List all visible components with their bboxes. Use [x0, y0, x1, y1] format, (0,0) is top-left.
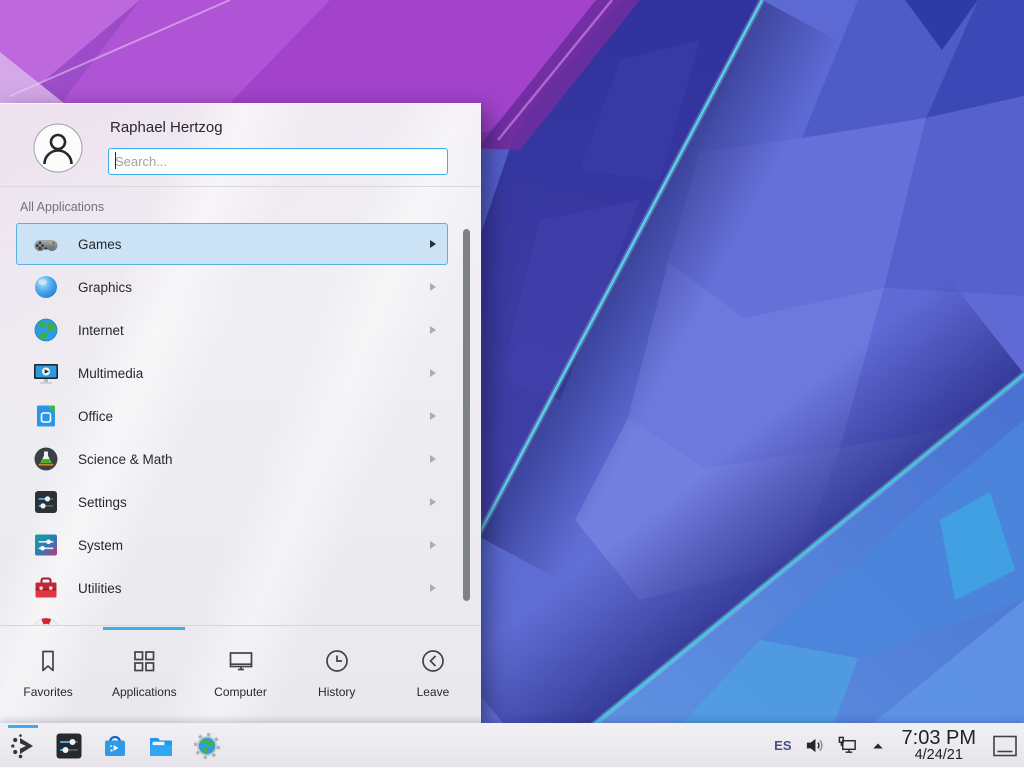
- computer-icon: [226, 646, 256, 676]
- tab-applications[interactable]: Applications: [96, 626, 192, 724]
- user-avatar-icon[interactable]: [33, 123, 83, 173]
- submenu-arrow-icon: [430, 455, 436, 463]
- expand-tray-icon[interactable]: [870, 738, 886, 754]
- desktop: Raphael Hertzog All Applications Games Gr…: [0, 0, 1024, 768]
- tab-label: Applications: [112, 685, 177, 699]
- category-item-system[interactable]: System: [16, 524, 448, 566]
- text-caret: [115, 152, 116, 169]
- submenu-arrow-icon: [430, 240, 436, 248]
- search-input[interactable]: [108, 148, 448, 175]
- show-desktop-button[interactable]: [992, 733, 1018, 759]
- category-label: Science & Math: [78, 452, 173, 467]
- settings-icon: [32, 488, 60, 516]
- category-label: Utilities: [78, 581, 122, 596]
- web-browser-button[interactable]: [192, 731, 222, 761]
- leave-icon: [418, 646, 448, 676]
- category-item-science-math[interactable]: Science & Math: [16, 438, 448, 480]
- file-manager-button[interactable]: [146, 731, 176, 761]
- taskbar: ES 7:03 PM 4/24/21: [0, 723, 1024, 768]
- category-list: Games Graphics Internet Multimedia Office Sci…: [0, 223, 481, 625]
- clock[interactable]: 7:03 PM 4/24/21: [902, 728, 976, 763]
- category-label: Office: [78, 409, 113, 424]
- launcher-tabbar: Favorites Applications Computer History Leav…: [0, 625, 481, 724]
- tab-label: Favorites: [23, 685, 72, 699]
- utilities-icon: [32, 574, 60, 602]
- taskbar-launchers: [0, 731, 222, 761]
- system-settings-button[interactable]: [54, 731, 84, 761]
- user-name: Raphael Hertzog: [110, 119, 223, 136]
- category-item-graphics[interactable]: Graphics: [16, 266, 448, 308]
- tab-label: History: [318, 685, 355, 699]
- tab-leave[interactable]: Leave: [385, 626, 481, 724]
- tab-label: Leave: [417, 685, 450, 699]
- help-icon: [32, 617, 60, 625]
- history-icon: [322, 646, 352, 676]
- games-icon: [32, 230, 60, 258]
- category-item-multimedia[interactable]: Multimedia: [16, 352, 448, 394]
- category-label: Settings: [78, 495, 127, 510]
- submenu-arrow-icon: [430, 541, 436, 549]
- category-item-utilities[interactable]: Utilities: [16, 567, 448, 609]
- application-launcher-button[interactable]: [8, 731, 38, 761]
- category-item-games[interactable]: Games: [16, 223, 448, 265]
- section-label: All Applications: [20, 200, 104, 214]
- tab-history[interactable]: History: [289, 626, 385, 724]
- category-label: System: [78, 538, 123, 553]
- office-icon: [32, 402, 60, 430]
- application-launcher-menu: Raphael Hertzog All Applications Games Gr…: [0, 103, 481, 724]
- header-separator: [0, 186, 481, 187]
- submenu-arrow-icon: [430, 584, 436, 592]
- category-item-office[interactable]: Office: [16, 395, 448, 437]
- internet-icon: [32, 316, 60, 344]
- submenu-arrow-icon: [430, 326, 436, 334]
- multimedia-icon: [32, 359, 60, 387]
- tab-label: Computer: [214, 685, 267, 699]
- keyboard-layout-indicator[interactable]: ES: [774, 738, 791, 753]
- submenu-arrow-icon: [430, 283, 436, 291]
- submenu-arrow-icon: [430, 369, 436, 377]
- volume-icon[interactable]: [804, 735, 825, 756]
- system-tray: ES 7:03 PM 4/24/21: [774, 723, 1018, 768]
- discover-button[interactable]: [100, 731, 130, 761]
- clock-time: 7:03 PM: [902, 728, 976, 748]
- tab-computer[interactable]: Computer: [192, 626, 288, 724]
- category-item-settings[interactable]: Settings: [16, 481, 448, 523]
- system-icon: [32, 531, 60, 559]
- graphics-icon: [32, 273, 60, 301]
- category-label: Multimedia: [78, 366, 143, 381]
- category-label: Games: [78, 237, 122, 252]
- submenu-arrow-icon: [430, 498, 436, 506]
- category-item-internet[interactable]: Internet: [16, 309, 448, 351]
- science-icon: [32, 445, 60, 473]
- clock-date: 4/24/21: [902, 748, 976, 763]
- category-item-help[interactable]: Help: [16, 610, 448, 625]
- applications-icon: [129, 646, 159, 676]
- submenu-arrow-icon: [430, 412, 436, 420]
- favorites-icon: [33, 646, 63, 676]
- scrollbar-thumb[interactable]: [463, 229, 470, 601]
- category-label: Graphics: [78, 280, 132, 295]
- category-label: Internet: [78, 323, 124, 338]
- network-icon[interactable]: [837, 735, 858, 756]
- tab-favorites[interactable]: Favorites: [0, 626, 96, 724]
